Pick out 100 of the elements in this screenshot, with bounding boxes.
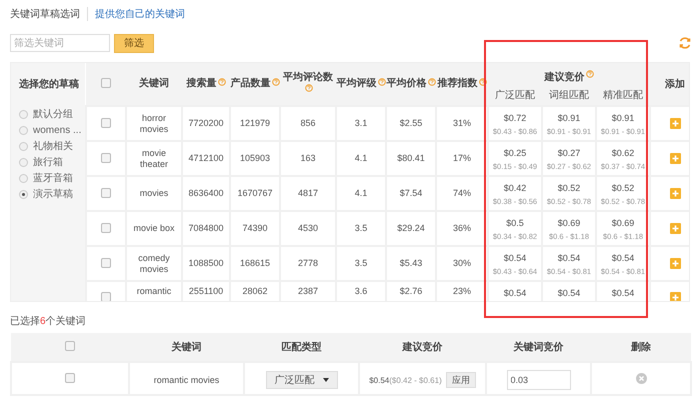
suggested-bid: $0.54($0.42 - $0.61) <box>369 376 442 384</box>
table-cell: 2387 <box>298 286 318 296</box>
bid-value: $0.54 <box>558 252 580 264</box>
table-cell: 163 <box>300 153 316 163</box>
column-header: 平均价格 <box>386 78 426 89</box>
help-icon <box>478 78 486 86</box>
column-header: 产品数量 <box>230 78 270 89</box>
filter-field[interactable]: 筛选关键词 <box>10 34 110 52</box>
bid-value: $0.5 <box>506 218 524 228</box>
column-header: 推荐指数 <box>438 78 478 89</box>
bid-value: $0.52 <box>612 182 634 194</box>
add-icon[interactable] <box>670 188 681 199</box>
radio[interactable] <box>19 126 28 134</box>
add-icon[interactable] <box>670 152 681 164</box>
checkbox[interactable] <box>101 292 111 301</box>
filter-button[interactable]: 筛选 <box>114 34 154 52</box>
column-header: 平均评论数 <box>283 72 333 83</box>
draft-option[interactable]: 默认分组 <box>19 106 85 122</box>
bid-field[interactable]: 0.03 <box>506 370 570 390</box>
caret-icon <box>322 378 328 382</box>
draft-option[interactable]: 礼物相关 <box>19 138 85 154</box>
table-cell: 7084800 <box>188 223 224 233</box>
keyword-cell: horror movies <box>140 112 168 134</box>
keyword-cell: movie theater <box>140 148 168 168</box>
bid-value: $0.54 <box>504 252 526 264</box>
table-cell: 1088500 <box>188 258 224 268</box>
checkbox[interactable] <box>65 341 75 351</box>
add-icon[interactable] <box>670 118 681 129</box>
table-cell: 30% <box>452 258 471 268</box>
bid-value: $0.27 <box>558 148 580 158</box>
bid-value: $0.62 <box>612 148 634 158</box>
table-cell: 74390 <box>242 223 268 233</box>
table-cell: 105903 <box>240 153 270 163</box>
table-cell: 4.1 <box>354 153 368 163</box>
table-cell: 8636400 <box>188 188 224 198</box>
table-cell: 168615 <box>240 258 270 268</box>
table-cell: 3.5 <box>354 223 368 233</box>
column-header: 平均评级 <box>336 78 376 89</box>
help-icon <box>218 78 226 86</box>
bid-value: $0.69 <box>612 218 634 228</box>
column-header: 建议竞价 <box>544 72 584 83</box>
checkbox[interactable] <box>101 222 111 232</box>
delete-icon[interactable] <box>636 372 646 384</box>
bid-value: $0.91 <box>612 112 634 124</box>
column-header: 关键词 <box>139 78 169 89</box>
radio[interactable] <box>19 174 28 182</box>
bid-value: $0.54 <box>558 288 580 299</box>
add-icon[interactable] <box>670 222 681 234</box>
match-type-dropdown[interactable]: 广泛匹配 <box>266 371 338 389</box>
tab[interactable]: 提供您自己的关键词 <box>95 6 185 22</box>
checkbox[interactable] <box>101 152 111 162</box>
radio[interactable] <box>19 190 28 198</box>
bid-value: $0.54 <box>612 288 634 299</box>
bid-value: $0.42 <box>504 182 526 194</box>
draft-option[interactable]: 旅行箱 <box>19 154 85 170</box>
tab[interactable]: 关键词草稿选词 <box>10 6 80 22</box>
checkbox[interactable] <box>101 118 111 128</box>
keyword-cell: romantic movies <box>154 374 220 384</box>
bid-value: $0.91 <box>558 112 580 124</box>
panel-title: 选择您的草稿 <box>19 78 80 92</box>
radio[interactable] <box>19 158 28 166</box>
help-icon <box>304 84 312 92</box>
add-icon[interactable] <box>670 258 681 269</box>
bid-value: $0.52 <box>558 182 580 194</box>
column-header: 删除 <box>631 342 651 352</box>
table-cell: 2551100 <box>188 286 224 296</box>
bid-value: $0.69 <box>558 218 580 228</box>
table-cell: 1670767 <box>237 188 273 198</box>
table-cell: $5.43 <box>400 258 422 268</box>
column-header: 广泛匹配 <box>495 90 535 100</box>
table-cell: 4712100 <box>188 153 224 163</box>
column-header: 精准匹配 <box>603 90 643 100</box>
apply-button[interactable]: 应用 <box>446 372 476 388</box>
checkbox[interactable] <box>101 188 111 198</box>
checkbox[interactable] <box>65 372 75 382</box>
table-cell: 74% <box>452 188 471 198</box>
radio[interactable] <box>19 142 28 150</box>
table-cell: 4817 <box>298 188 318 198</box>
table-cell: $2.76 <box>400 286 422 296</box>
table-cell: 23% <box>452 286 471 296</box>
radio[interactable] <box>19 110 28 118</box>
refresh-icon[interactable] <box>678 36 692 50</box>
checkbox[interactable] <box>101 78 111 88</box>
checkbox[interactable] <box>101 258 111 268</box>
table-cell: 3.5 <box>354 258 368 268</box>
table-cell: $29.24 <box>397 223 425 233</box>
draft-option[interactable]: 蓝牙音箱 <box>19 170 85 186</box>
bid-value: $0.54 <box>504 288 526 299</box>
draft-option[interactable]: 演示草稿 <box>19 186 85 202</box>
table-cell: $80.41 <box>397 153 425 163</box>
help-icon <box>428 78 436 86</box>
draft-option[interactable]: womens ... <box>19 122 85 138</box>
table-cell: 31% <box>452 118 471 128</box>
add-icon[interactable] <box>670 292 681 301</box>
table-cell: 4.1 <box>354 188 368 198</box>
bid-value: $0.54 <box>612 252 634 264</box>
table-cell: $2.55 <box>400 118 422 128</box>
keyword-cell: movie box <box>133 223 175 233</box>
table-cell: 3.6 <box>354 286 368 296</box>
column-header: 搜索量 <box>186 78 216 89</box>
